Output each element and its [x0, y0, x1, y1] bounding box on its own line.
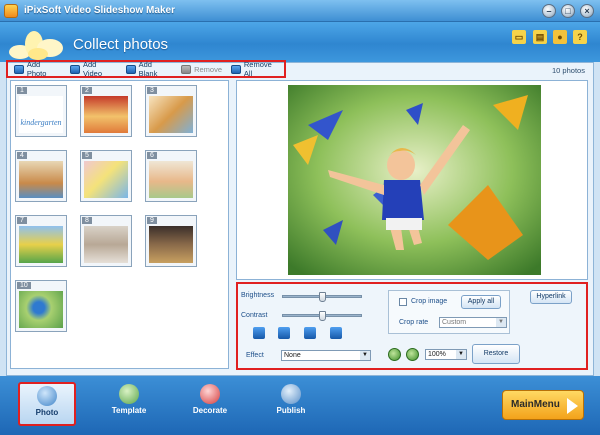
- brightness-slider-handle[interactable]: [318, 292, 326, 302]
- thumbnail-caption: kindergarten: [20, 118, 62, 127]
- contrast-slider-handle[interactable]: [318, 311, 326, 321]
- window-title: iPixSoft Video Slideshow Maker: [24, 5, 175, 16]
- thumbnail[interactable]: 8: [80, 215, 132, 267]
- zoom-out-icon[interactable]: [406, 348, 419, 361]
- thumbnail[interactable]: 4: [15, 150, 67, 202]
- publish-icon: [281, 384, 301, 404]
- decorate-icon: [200, 384, 220, 404]
- brightness-slider[interactable]: [282, 292, 362, 302]
- preview-image: [288, 85, 541, 275]
- crop-rate-select[interactable]: Custom ▼: [439, 317, 507, 328]
- thumbnail[interactable]: 6: [145, 150, 197, 202]
- rotate-right-icon[interactable]: [278, 327, 290, 339]
- thumbnail[interactable]: 1 kindergarten: [15, 85, 67, 137]
- zoom-in-icon[interactable]: [388, 348, 401, 361]
- close-button[interactable]: ×: [580, 4, 594, 18]
- effect-select[interactable]: None ▼: [281, 350, 371, 361]
- chevron-down-icon: ▼: [360, 351, 370, 360]
- add-video-icon: [70, 64, 80, 74]
- tab-decorate[interactable]: Decorate: [181, 382, 239, 426]
- app-icon: [4, 4, 18, 18]
- photo-toolbar: Add Photo Add Video Add Blank Remove Rem…: [6, 60, 286, 78]
- add-photo-button[interactable]: Add Photo: [11, 59, 64, 79]
- template-icon: [119, 384, 139, 404]
- remove-all-icon: [231, 64, 241, 74]
- page-title: Collect photos: [73, 36, 169, 53]
- remove-all-button[interactable]: Remove All: [228, 59, 284, 79]
- main-menu-button[interactable]: MainMenu: [502, 390, 584, 420]
- arrow-right-icon: [567, 398, 578, 414]
- bottom-nav: Photo Template Decorate Publish MainMenu: [0, 376, 600, 435]
- remove-button[interactable]: Remove: [178, 64, 225, 75]
- add-video-button[interactable]: Add Video: [67, 59, 120, 79]
- thumbnail[interactable]: 5: [80, 150, 132, 202]
- tab-publish[interactable]: Publish: [262, 382, 320, 426]
- save-icon[interactable]: ▤: [533, 30, 547, 44]
- thumbnail[interactable]: 2: [80, 85, 132, 137]
- minimize-button[interactable]: –: [542, 4, 556, 18]
- thumbnail[interactable]: 7: [15, 215, 67, 267]
- user-icon[interactable]: ●: [553, 30, 567, 44]
- rotate-left-icon[interactable]: [253, 327, 265, 339]
- help-icon[interactable]: ?: [573, 30, 587, 44]
- chevron-down-icon: ▼: [456, 350, 466, 359]
- add-photo-icon: [14, 64, 24, 74]
- restore-button[interactable]: Restore: [472, 344, 520, 364]
- add-blank-button[interactable]: Add Blank: [123, 59, 175, 79]
- hyperlink-button[interactable]: Hyperlink: [530, 290, 572, 304]
- maximize-button[interactable]: □: [561, 4, 575, 18]
- thumbnail[interactable]: 9: [145, 215, 197, 267]
- crop-image-label: Crop image: [411, 298, 448, 305]
- header: Collect photos ▭ ▤ ● ?: [0, 22, 600, 62]
- title-bar: iPixSoft Video Slideshow Maker – □ ×: [0, 0, 600, 22]
- effect-label: Effect: [246, 352, 264, 359]
- tab-template[interactable]: Template: [100, 382, 158, 426]
- remove-icon: [181, 64, 192, 74]
- crop-rate-label: Crop rate: [399, 319, 429, 326]
- flip-horizontal-icon[interactable]: [304, 327, 316, 339]
- contrast-slider[interactable]: [282, 311, 362, 321]
- brightness-label: Brightness: [241, 292, 275, 299]
- contrast-label: Contrast: [241, 312, 268, 319]
- photo-count: 10 photos: [552, 66, 585, 75]
- crop-image-checkbox[interactable]: [399, 298, 407, 306]
- photo-icon: [37, 386, 57, 406]
- thumbnail[interactable]: 3: [145, 85, 197, 137]
- apply-all-button[interactable]: Apply all: [461, 295, 501, 309]
- flower-logo-icon: [9, 31, 63, 60]
- preview-panel: [236, 80, 588, 280]
- zoom-select[interactable]: 100% ▼: [425, 349, 467, 360]
- folder-icon[interactable]: ▭: [512, 30, 526, 44]
- image-controls: Brightness Contrast Effect None ▼ Crop i…: [236, 282, 588, 370]
- flip-vertical-icon[interactable]: [330, 327, 342, 339]
- thumbnail[interactable]: 10: [15, 280, 67, 332]
- crop-group: Crop image Apply all Crop rate Custom ▼: [388, 290, 510, 334]
- chevron-down-icon: ▼: [496, 318, 506, 327]
- add-blank-icon: [125, 64, 136, 74]
- tab-photo[interactable]: Photo: [18, 382, 76, 426]
- thumbnail-panel[interactable]: 1 kindergarten 2 3 4 5 6 7 8 9 10: [10, 80, 229, 369]
